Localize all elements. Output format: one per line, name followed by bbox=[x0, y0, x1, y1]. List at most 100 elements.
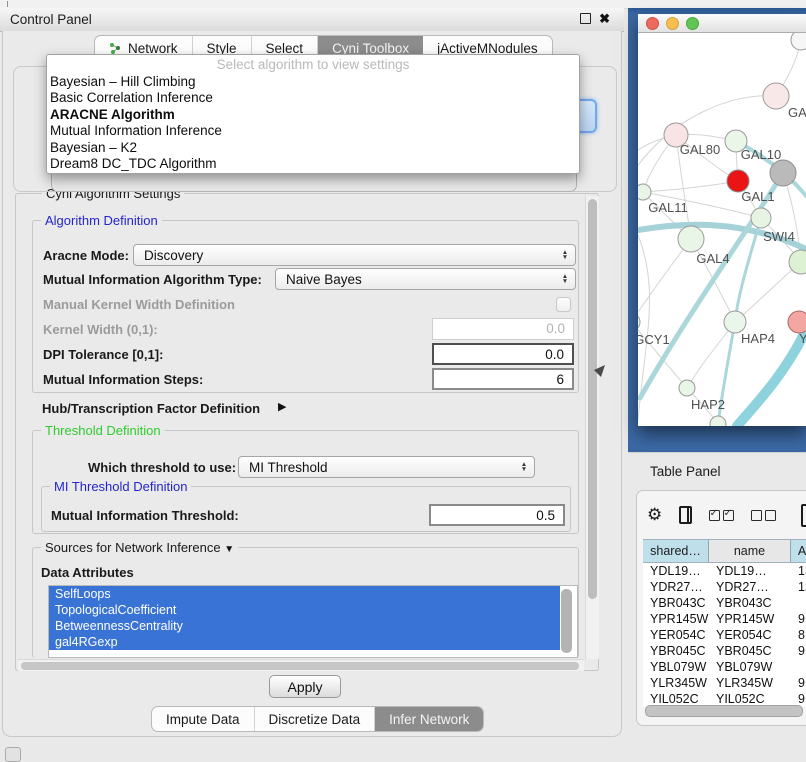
settings-hscroll-thumb[interactable] bbox=[21, 662, 579, 670]
which-threshold-label: Which threshold to use: bbox=[88, 460, 236, 475]
network-node-hap4[interactable] bbox=[724, 311, 746, 333]
control-panel: NetworkStyleSelectCyni ToolboxjActiveMNo… bbox=[2, 31, 622, 737]
settings-vscroll-track[interactable] bbox=[585, 196, 599, 659]
aracne-mode-combo[interactable]: Discovery ▲▼ bbox=[133, 244, 576, 266]
network-node-label: Y bbox=[799, 331, 806, 346]
table-hscroll-track[interactable] bbox=[643, 704, 806, 716]
network-node-label: GAL bbox=[788, 105, 806, 120]
table-row[interactable]: YBR045CYBR045C9. bbox=[643, 643, 806, 659]
table-cell: 9. bbox=[791, 611, 806, 627]
control-panel-titlebar: Control Panel ✖ bbox=[0, 8, 624, 32]
network-node-gal[interactable] bbox=[763, 83, 789, 109]
attribute-item[interactable]: gal4RGexp bbox=[49, 634, 560, 650]
algorithm-item[interactable]: Bayesian – K2 bbox=[47, 140, 579, 156]
network-edge bbox=[638, 239, 691, 322]
close-traffic-light[interactable] bbox=[646, 17, 659, 30]
kernel-width-label: Kernel Width (0,1): bbox=[43, 322, 158, 337]
manual-kernel-checkbox[interactable] bbox=[556, 297, 571, 312]
column-header[interactable]: A bbox=[791, 540, 806, 562]
algorithm-placeholder: Select algorithm to view settings bbox=[47, 57, 579, 74]
expand-right-icon[interactable]: ▶ bbox=[278, 400, 286, 413]
table-cell: 13 bbox=[791, 563, 806, 579]
table-cell bbox=[791, 659, 806, 675]
gear-icon[interactable]: ⚙ bbox=[647, 505, 662, 525]
network-node[interactable] bbox=[770, 160, 796, 186]
tab-discretize-data[interactable]: Discretize Data bbox=[255, 707, 376, 731]
column-header[interactable]: shared… bbox=[643, 540, 709, 562]
tab-infer-network[interactable]: Infer Network bbox=[375, 707, 483, 731]
network-edge bbox=[643, 181, 738, 192]
sources-legend[interactable]: Sources for Network Inference ▼ bbox=[41, 540, 238, 555]
panel-title: Control Panel bbox=[10, 12, 92, 27]
network-canvas[interactable]: GALGAL80GAL10GAL1GAL11SWI4GAL4GCY1HAP4YH… bbox=[638, 33, 806, 426]
data-attributes-list: SelfLoopsTopologicalCoefficientBetweenne… bbox=[48, 585, 578, 658]
column-header[interactable]: name bbox=[709, 540, 791, 562]
algorithm-item[interactable]: ARACNE Algorithm bbox=[47, 107, 579, 123]
float-window-icon[interactable] bbox=[580, 13, 591, 24]
algorithm-item[interactable]: Dream8 DC_TDC Algorithm bbox=[47, 156, 579, 172]
data-attributes-label: Data Attributes bbox=[41, 565, 134, 580]
table-cell: 9. bbox=[791, 643, 806, 659]
network-node-gcy1[interactable] bbox=[638, 313, 640, 331]
network-node-gal4[interactable] bbox=[678, 226, 704, 252]
minimize-traffic-light[interactable] bbox=[666, 17, 679, 30]
network-node-hap2[interactable] bbox=[679, 380, 695, 396]
mi-type-combo[interactable]: Naive Bayes ▲▼ bbox=[275, 268, 576, 290]
hub-section-label[interactable]: Hub/Transcription Factor Definition bbox=[42, 401, 260, 416]
algorithm-item[interactable]: Basic Correlation Inference bbox=[47, 90, 579, 106]
select-all-icon[interactable] bbox=[709, 510, 734, 521]
collapse-down-icon[interactable]: ▼ bbox=[224, 544, 234, 555]
table-row[interactable]: YER054CYER054C8. bbox=[643, 627, 806, 643]
attribute-item[interactable]: SelfLoops bbox=[49, 586, 560, 602]
mi-threshold-field[interactable]: 0.5 bbox=[429, 504, 565, 526]
network-node[interactable] bbox=[710, 416, 726, 426]
table-row[interactable]: YPR145WYPR145W9. bbox=[643, 611, 806, 627]
close-icon[interactable]: ✖ bbox=[599, 12, 610, 25]
table-cell: YDR27… bbox=[709, 579, 791, 595]
table-hscroll-thumb[interactable] bbox=[645, 705, 803, 717]
table-row[interactable]: YBR043CYBR043C bbox=[643, 595, 806, 611]
network-node[interactable] bbox=[791, 33, 806, 50]
algorithm-item[interactable]: Bayesian – Hill Climbing bbox=[47, 74, 579, 90]
table-row[interactable]: YDL19…YDL19…13 bbox=[643, 563, 806, 579]
network-node-label: HAP2 bbox=[691, 397, 725, 412]
network-node-gal1[interactable] bbox=[751, 208, 771, 228]
threshold-definition-legend: Threshold Definition bbox=[41, 423, 165, 438]
mouse-cursor bbox=[594, 365, 606, 378]
table-row[interactable]: YLR345WYLR345W9. bbox=[643, 675, 806, 691]
mi-threshold-legend: MI Threshold Definition bbox=[50, 479, 191, 494]
settings-hscroll-track[interactable] bbox=[18, 659, 584, 671]
mi-steps-field[interactable]: 6 bbox=[432, 368, 574, 390]
zoom-traffic-light[interactable] bbox=[686, 17, 699, 30]
kernel-width-field[interactable]: 0.0 bbox=[432, 318, 574, 340]
network-node-label: GCY1 bbox=[638, 332, 670, 347]
table-cell: YBR045C bbox=[709, 643, 791, 659]
table-panel-title: Table Panel bbox=[650, 464, 721, 479]
tab-impute-data[interactable]: Impute Data bbox=[152, 707, 255, 731]
minimized-panel-icon[interactable] bbox=[5, 747, 21, 762]
table-cell: YER054C bbox=[643, 627, 709, 643]
table-cell: YPR145W bbox=[709, 611, 791, 627]
algorithm-item[interactable]: Mutual Information Inference bbox=[47, 123, 579, 139]
apply-button[interactable]: Apply bbox=[269, 675, 341, 698]
table-header-row: shared…nameA bbox=[643, 539, 806, 563]
network-node-y[interactable] bbox=[788, 311, 806, 333]
dpi-tolerance-field[interactable]: 0.0 bbox=[432, 343, 574, 365]
network-node-gal11[interactable] bbox=[638, 184, 651, 200]
split-columns-icon[interactable] bbox=[679, 506, 691, 524]
network-node-label: HAP4 bbox=[741, 331, 775, 346]
deselect-all-icon[interactable] bbox=[751, 510, 776, 521]
attribute-item[interactable]: TopologicalCoefficient bbox=[49, 602, 560, 618]
manual-kernel-label: Manual Kernel Width Definition bbox=[43, 297, 235, 312]
document-icon[interactable] bbox=[801, 504, 806, 527]
which-threshold-combo[interactable]: MI Threshold ▲▼ bbox=[238, 456, 535, 478]
table-row[interactable]: YDR27…YDR27…12 bbox=[643, 579, 806, 595]
network-node-label: GAL80 bbox=[680, 142, 720, 157]
table-cell: YBL079W bbox=[709, 659, 791, 675]
attribute-item[interactable]: BetweennessCentrality bbox=[49, 618, 560, 634]
network-node-label: GAL1 bbox=[741, 189, 774, 204]
mi-type-label: Mutual Information Algorithm Type: bbox=[43, 272, 262, 287]
table-row[interactable]: YBL079WYBL079W bbox=[643, 659, 806, 675]
list-scrollbar[interactable] bbox=[561, 589, 572, 653]
settings-vscroll-thumb[interactable] bbox=[588, 199, 597, 599]
